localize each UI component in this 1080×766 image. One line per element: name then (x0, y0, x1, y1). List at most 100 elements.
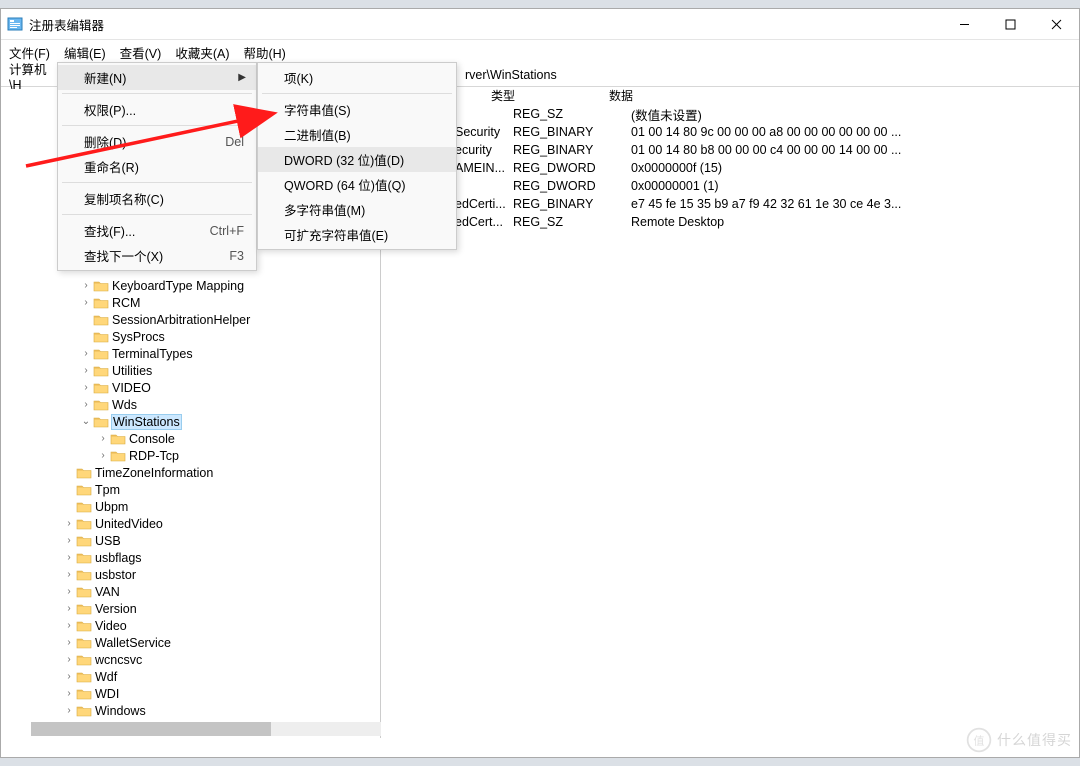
tree-node-label[interactable]: usbflags (95, 551, 142, 565)
chevron-right-icon[interactable]: › (62, 637, 76, 648)
tree-node-label[interactable]: UnitedVideo (95, 517, 163, 531)
chevron-right-icon[interactable]: › (79, 382, 93, 393)
tree-node[interactable]: › WalletService (11, 634, 380, 651)
header-type[interactable]: 类型 (491, 87, 609, 105)
chevron-right-icon[interactable]: › (62, 688, 76, 699)
tree-node-label[interactable]: Ubpm (95, 500, 128, 514)
tree-node-label[interactable]: WalletService (95, 636, 171, 650)
value-row[interactable]: REG_DWORD0x00000001 (1) (381, 177, 1079, 195)
value-row[interactable]: REG_SZ(数值未设置) (381, 105, 1079, 123)
tree-node-label[interactable]: VIDEO (112, 381, 151, 395)
tree-node[interactable]: ›Winlogon (11, 736, 380, 738)
chevron-right-icon[interactable]: › (62, 671, 76, 682)
tree-node-label[interactable]: Utilities (112, 364, 152, 378)
tree-node[interactable]: › VIDEO (11, 379, 380, 396)
maximize-button[interactable] (987, 9, 1033, 39)
chevron-right-icon[interactable]: › (62, 705, 76, 716)
tree-node[interactable]: ›VAN (11, 583, 380, 600)
chevron-right-icon[interactable]: › (62, 654, 76, 665)
tree-node-label[interactable]: Video (95, 619, 127, 633)
tree-node-label[interactable]: usbstor (95, 568, 136, 582)
chevron-right-icon[interactable]: › (79, 280, 93, 291)
value-row[interactable]: SecurityREG_BINARY01 00 14 80 9c 00 00 0… (381, 123, 1079, 141)
tree-node[interactable]: › Video (11, 617, 380, 634)
tree-node-label[interactable]: RDP-Tcp (129, 449, 179, 463)
chevron-right-icon[interactable]: › (62, 569, 76, 580)
value-row[interactable]: edCerti...REG_BINARYe7 45 fe 15 35 b9 a7… (381, 195, 1079, 213)
chevron-down-icon[interactable]: ⌄ (79, 416, 93, 427)
new-submenu[interactable]: 项(K) 字符串值(S) 二进制值(B) DWORD (32 位)值(D) QW… (257, 62, 457, 250)
tree-node-label[interactable]: Wdf (95, 670, 117, 684)
tree-node[interactable]: › Console (11, 430, 380, 447)
tree-node-label[interactable]: TimeZoneInformation (95, 466, 213, 480)
titlebar[interactable]: 注册表编辑器 (1, 9, 1079, 39)
tree-node[interactable]: › RDP-Tcp (11, 447, 380, 464)
tree-node-label[interactable]: WinStations (112, 415, 181, 429)
value-row[interactable]: edCert...REG_SZRemote Desktop (381, 213, 1079, 231)
tree-node[interactable]: › TerminalTypes (11, 345, 380, 362)
chevron-right-icon[interactable]: › (96, 433, 110, 444)
chevron-right-icon[interactable]: › (62, 518, 76, 529)
tree-node[interactable]: › UnitedVideo (11, 515, 380, 532)
tree-node-label[interactable]: WDI (95, 687, 119, 701)
tree-node-label[interactable]: USB (95, 534, 121, 548)
chevron-right-icon[interactable]: › (79, 348, 93, 359)
menubar[interactable]: 文件(F) 编辑(E) 查看(V) 收藏夹(A) 帮助(H) (1, 40, 1079, 64)
menu-item-copy-keyname[interactable]: 复制项名称(C) (58, 186, 256, 211)
chevron-right-icon[interactable]: › (62, 552, 76, 563)
tree-node[interactable]: › Version (11, 600, 380, 617)
tree-node-label[interactable]: Wds (112, 398, 137, 412)
tree-node-label[interactable]: TerminalTypes (112, 347, 193, 361)
tree-node-label[interactable]: wcncsvc (95, 653, 142, 667)
menu-item-permissions[interactable]: 权限(P)... (58, 97, 256, 122)
edit-context-menu[interactable]: 新建(N)▶ 权限(P)... 删除(D)Del 重命名(R) 复制项名称(C)… (57, 62, 257, 271)
close-button[interactable] (1033, 9, 1079, 39)
chevron-right-icon[interactable]: › (62, 586, 76, 597)
tree-node[interactable]: TimeZoneInformation (11, 464, 380, 481)
minimize-button[interactable] (941, 9, 987, 39)
tree-node-label[interactable]: Windows (95, 704, 146, 718)
submenu-item-qword[interactable]: QWORD (64 位)值(Q) (258, 172, 456, 197)
tree-node[interactable]: ›Utilities (11, 362, 380, 379)
menu-item-new[interactable]: 新建(N)▶ (58, 65, 256, 90)
submenu-item-dword[interactable]: DWORD (32 位)值(D) (258, 147, 456, 172)
header-data[interactable]: 数据 (609, 87, 633, 105)
submenu-item-binary[interactable]: 二进制值(B) (258, 122, 456, 147)
chevron-right-icon[interactable]: › (62, 603, 76, 614)
submenu-item-string[interactable]: 字符串值(S) (258, 97, 456, 122)
values-list-pane[interactable]: 类型 数据 REG_SZ(数值未设置)SecurityREG_BINARY01 … (381, 87, 1079, 738)
tree-node[interactable]: › usbstor (11, 566, 380, 583)
value-row[interactable]: ecurityREG_BINARY01 00 14 80 b8 00 00 00… (381, 141, 1079, 159)
menu-edit[interactable]: 编辑(E) (64, 43, 106, 62)
submenu-item-key[interactable]: 项(K) (258, 65, 456, 90)
tree-node-label[interactable]: Tpm (95, 483, 120, 497)
menu-item-rename[interactable]: 重命名(R) (58, 154, 256, 179)
menu-help[interactable]: 帮助(H) (243, 43, 285, 62)
menu-item-find-next[interactable]: 查找下一个(X)F3 (58, 243, 256, 268)
tree-node[interactable]: Ubpm (11, 498, 380, 515)
menu-view[interactable]: 查看(V) (120, 43, 162, 62)
menu-item-delete[interactable]: 删除(D)Del (58, 129, 256, 154)
chevron-right-icon[interactable]: › (79, 399, 93, 410)
tree-node[interactable]: ›USB (11, 532, 380, 549)
tree-node[interactable]: SessionArbitrationHelper (11, 311, 380, 328)
menu-favorites[interactable]: 收藏夹(A) (175, 43, 229, 62)
value-row[interactable]: AMEIN...REG_DWORD0x0000000f (15) (381, 159, 1079, 177)
chevron-right-icon[interactable]: › (96, 450, 110, 461)
tree-node-label[interactable]: KeyboardType Mapping (112, 279, 244, 293)
tree-node-label[interactable]: RCM (112, 296, 140, 310)
tree-node-label[interactable]: Console (129, 432, 175, 446)
tree-node[interactable]: › usbflags (11, 549, 380, 566)
tree-node[interactable]: › KeyboardType Mapping (11, 277, 380, 294)
tree-node[interactable]: › Wdf (11, 668, 380, 685)
chevron-right-icon[interactable]: › (79, 297, 93, 308)
tree-node-label[interactable]: SessionArbitrationHelper (112, 313, 250, 327)
scroll-thumb[interactable] (31, 722, 271, 736)
tree-node[interactable]: Tpm (11, 481, 380, 498)
submenu-item-multistring[interactable]: 多字符串值(M) (258, 197, 456, 222)
tree-node-label[interactable]: Version (95, 602, 137, 616)
chevron-right-icon[interactable]: › (62, 620, 76, 631)
list-header[interactable]: 类型 数据 (381, 87, 1079, 105)
tree-node[interactable]: › RCM (11, 294, 380, 311)
tree-node[interactable]: › WDI (11, 685, 380, 702)
